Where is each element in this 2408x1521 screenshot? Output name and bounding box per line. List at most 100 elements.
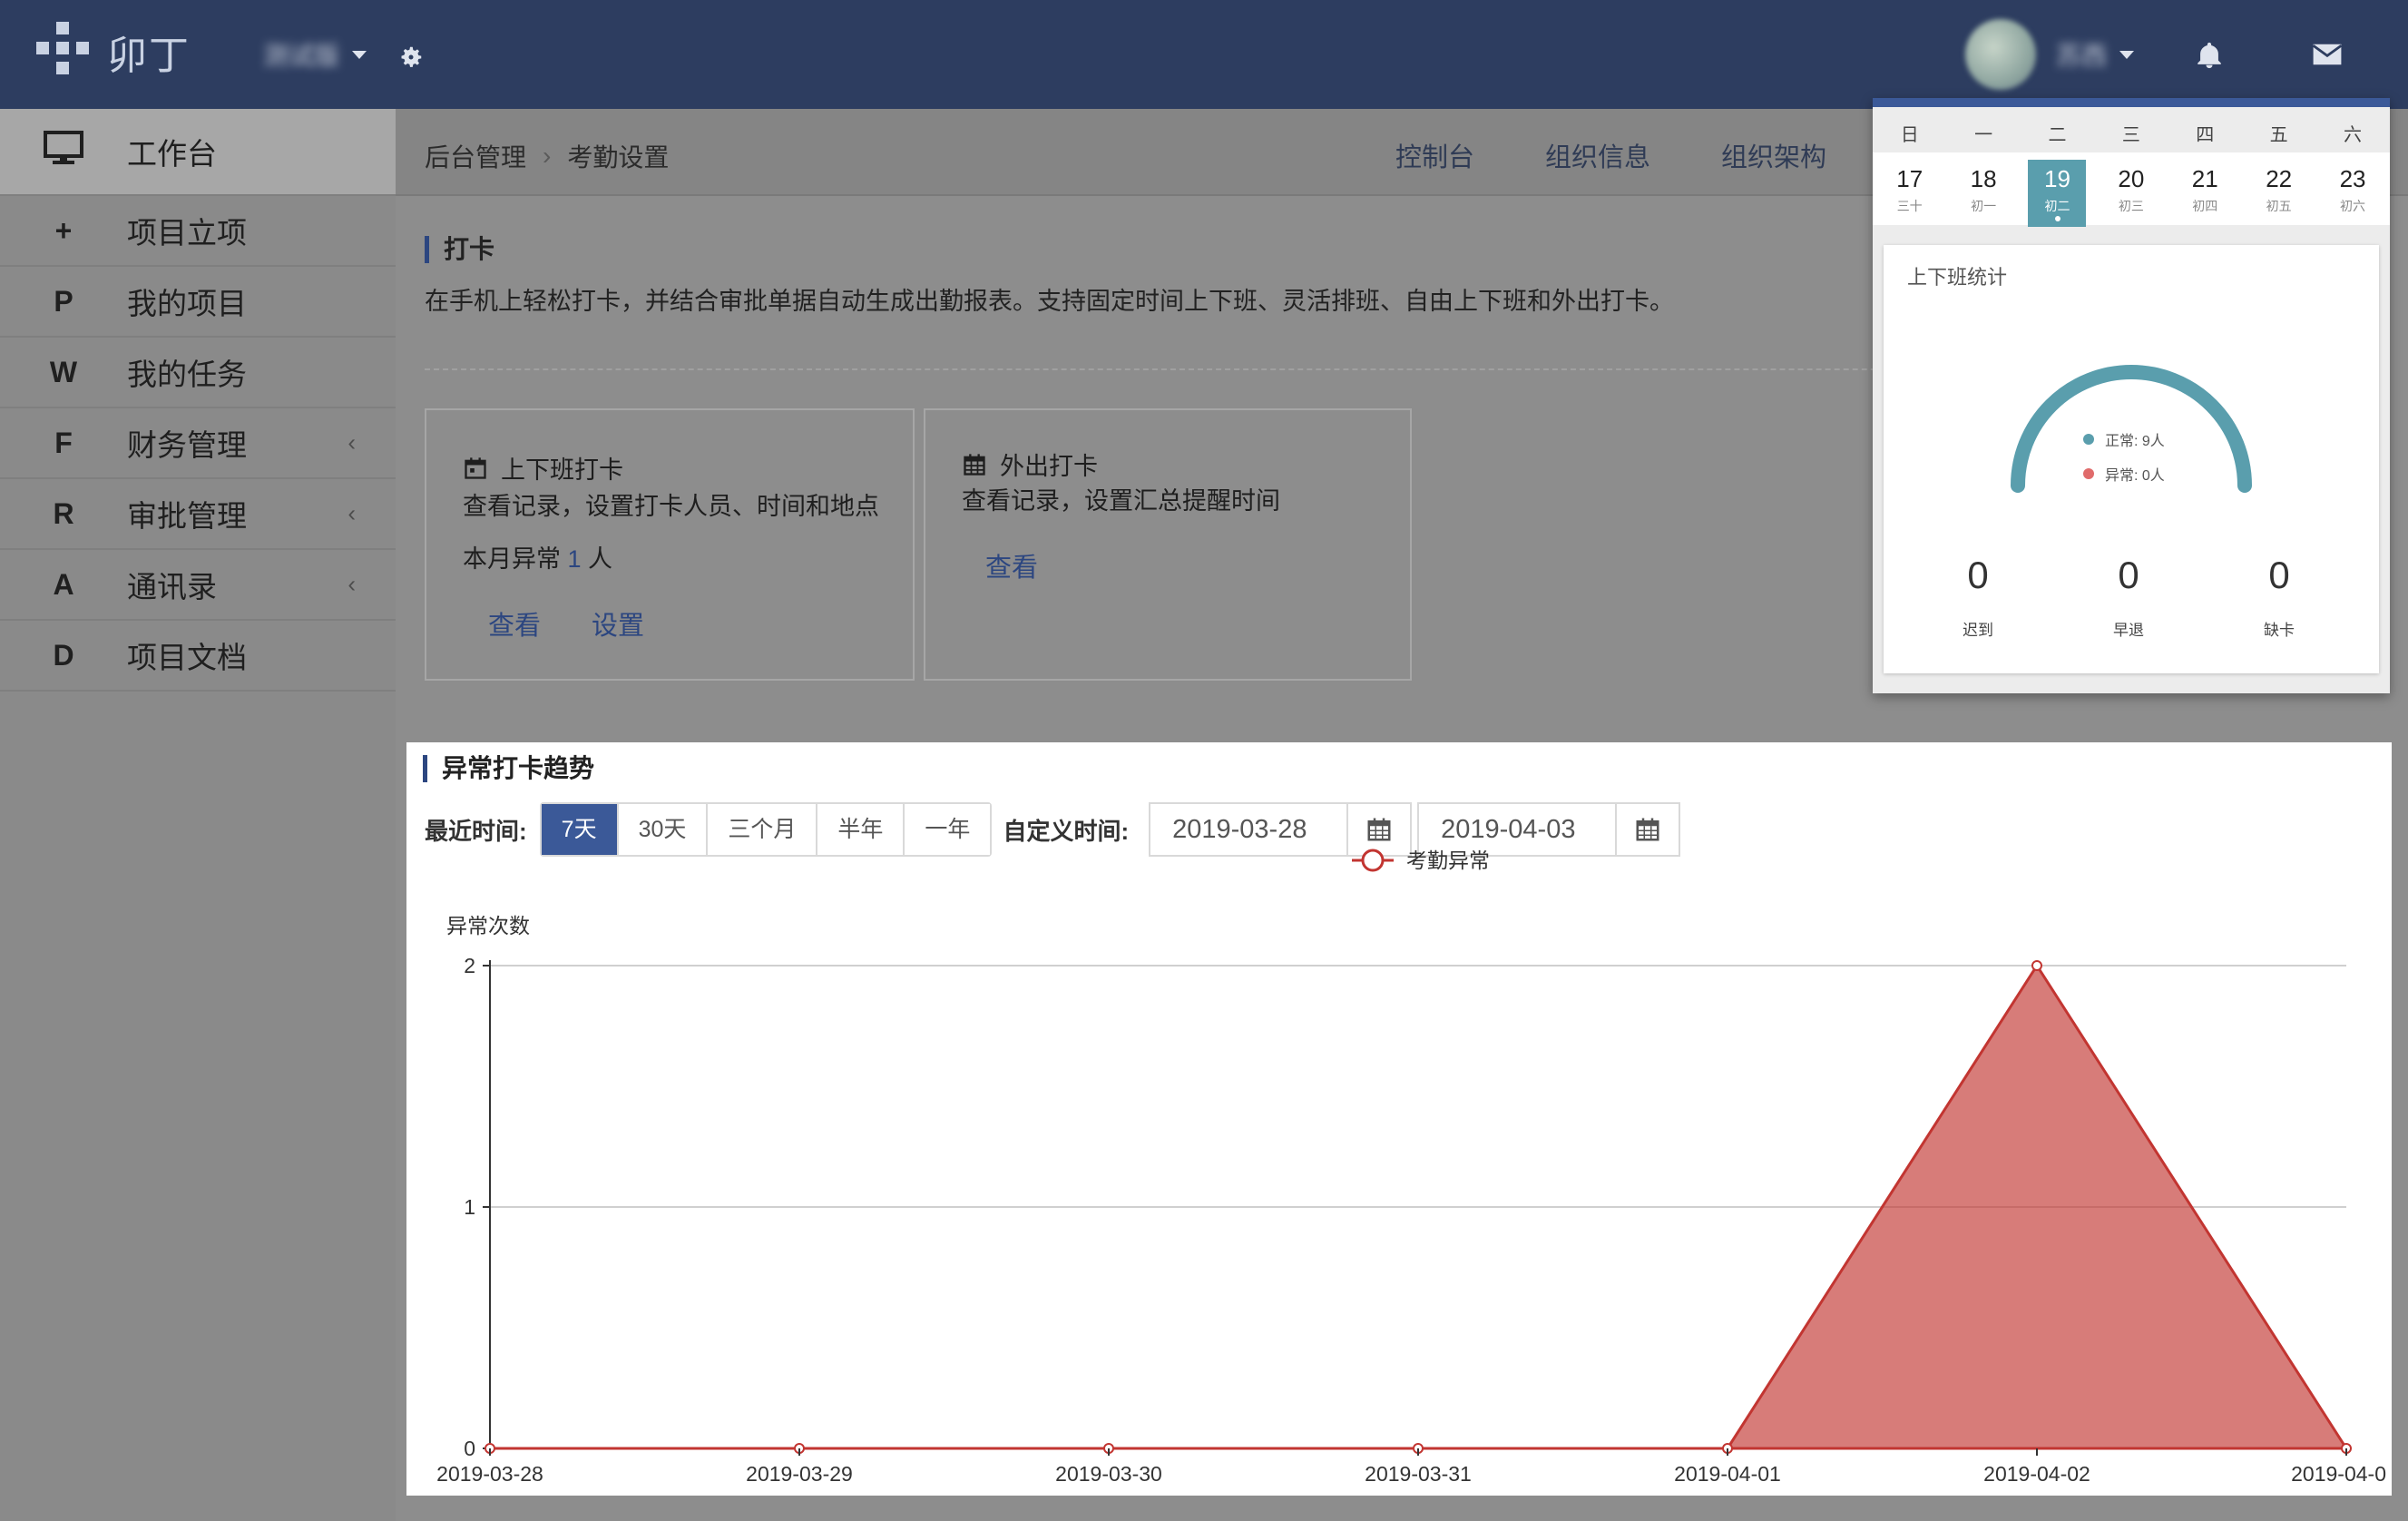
y-tick-label: 2 — [464, 954, 475, 977]
punch-section-title: 打卡 — [425, 236, 494, 263]
calendar-popup: 日 一 二 三 四 五 六 17 三十 18 初一 19 初二 20 初三 21 初四 2… — [1873, 98, 2390, 693]
letter-w-icon: W — [49, 355, 78, 388]
plus-icon: + — [54, 213, 73, 247]
bell-icon[interactable] — [2194, 40, 2225, 71]
legend-dot-icon — [2083, 468, 2094, 479]
sidebar: 工作台 + 项目立项 P 我的项目 W 我的任务 F 财务管理 ‹ R 审批管理… — [0, 109, 396, 1521]
sidebar-item-workbench[interactable]: 工作台 — [0, 109, 396, 196]
anomaly-trend-panel: 异常打卡趋势 最近时间: 7天 30天 三个月 半年 一年 自定义时间: 012… — [406, 742, 2392, 1496]
letter-r-icon: R — [53, 496, 74, 530]
missing-punch-label: 缺卡 — [2264, 622, 2295, 639]
top-navbar: 卯丁 测试版 苏西 — [0, 0, 2408, 109]
user-name: 苏西 — [2056, 42, 2108, 70]
sidebar-item-my-tasks[interactable]: W 我的任务 — [0, 338, 396, 408]
x-tick-label: 2019-03-31 — [1365, 1462, 1472, 1486]
view-link[interactable]: 查看 — [985, 546, 1038, 584]
tab-console[interactable]: 控制台 — [1395, 136, 1474, 174]
tab-org-structure[interactable]: 组织架构 — [1721, 136, 1826, 174]
missing-punch-count: 0 — [2268, 554, 2290, 596]
anomaly-trend-chart: 0 1 2 异常次数 2019-03-28 2019-03-29 2019-03-30 201… — [436, 849, 2386, 1486]
logo-icon — [36, 22, 96, 82]
sidebar-item-label: 我的任务 — [127, 358, 247, 391]
legend-marker-icon — [1361, 849, 1385, 872]
sidebar-item-approval[interactable]: R 审批管理 ‹ — [0, 479, 396, 550]
view-link[interactable]: 查看 — [488, 604, 541, 643]
breadcrumb-current: 考勤设置 — [567, 143, 670, 172]
x-tick-label: 2019-03-29 — [746, 1462, 853, 1486]
calendar-day[interactable]: 20 初三 — [2094, 152, 2168, 225]
mail-icon[interactable] — [2312, 42, 2343, 67]
settings-link[interactable]: 设置 — [592, 604, 644, 643]
calendar-day[interactable]: 23 初六 — [2315, 152, 2389, 225]
sidebar-item-label: 项目文档 — [127, 641, 247, 674]
x-tick-label: 2019-04-01 — [1674, 1462, 1781, 1486]
avatar — [1965, 19, 2036, 90]
breadcrumb-separator-icon: › — [543, 142, 552, 170]
early-leave-count: 0 — [2118, 554, 2139, 596]
calendar-day[interactable]: 17 三十 — [1873, 152, 1946, 225]
y-tick-label: 1 — [464, 1195, 475, 1219]
divider — [425, 368, 1967, 370]
x-tick-label: 2019-04-02 — [1983, 1462, 2090, 1486]
gear-icon[interactable] — [397, 44, 425, 71]
chevron-down-icon — [352, 50, 367, 59]
commute-punch-card: 上下班打卡 查看记录，设置打卡人员、时间和地点 本月异常 1 人 查看 设置 — [425, 408, 915, 681]
custom-time-label: 自定义时间: — [1003, 817, 1130, 845]
sidebar-item-project-setup[interactable]: + 项目立项 — [0, 196, 396, 267]
calendar-day-selected[interactable]: 19 初二 — [2021, 152, 2094, 227]
recent-time-label: 最近时间: — [425, 817, 527, 845]
legend-label: 考勤异常 — [1406, 849, 1490, 872]
punch-description: 在手机上轻松打卡，并结合审批单据自动生成出勤报表。支持固定时间上下班、灵活排班、… — [425, 288, 1674, 315]
legend-dot-icon — [2083, 434, 2094, 445]
today-dot-icon — [2054, 216, 2061, 221]
workspace-switcher[interactable]: 测试版 — [263, 34, 367, 74]
sidebar-item-finance[interactable]: F 财务管理 ‹ — [0, 408, 396, 479]
y-tick-label: 0 — [464, 1437, 475, 1460]
stats-title: 上下班统计 — [1907, 266, 2008, 289]
calendar-day[interactable]: 18 初一 — [1946, 152, 2020, 225]
calendar-grid-icon — [964, 453, 985, 476]
tab-org-info[interactable]: 组织信息 — [1545, 136, 1650, 174]
logo-text: 卯丁 — [107, 34, 191, 78]
early-leave-label: 早退 — [2113, 622, 2144, 639]
user-menu[interactable]: 苏西 — [1965, 18, 2135, 91]
x-tick-label: 2019-03-28 — [436, 1462, 543, 1486]
sidebar-item-label: 通讯录 — [127, 570, 217, 603]
abnormal-legend: 异常: 0人 — [2083, 463, 2165, 485]
late-count: 0 — [1967, 554, 1989, 596]
late-label: 迟到 — [1963, 622, 1993, 639]
field-punch-card: 外出打卡 查看记录，设置汇总提醒时间 查看 — [924, 408, 1412, 681]
card-title: 上下班打卡 — [501, 456, 623, 484]
monthly-anomaly-text: 本月异常 1 人 — [463, 545, 613, 573]
sidebar-item-label: 工作台 — [127, 137, 217, 171]
sidebar-item-label: 财务管理 — [127, 428, 247, 462]
chevron-left-icon: ‹ — [347, 428, 356, 456]
letter-f-icon: F — [54, 426, 73, 459]
calendar-day[interactable]: 22 初五 — [2242, 152, 2315, 225]
sidebar-item-my-projects[interactable]: P 我的项目 — [0, 267, 396, 338]
chevron-left-icon: ‹ — [347, 499, 356, 527]
calendar-icon — [465, 456, 486, 479]
breadcrumb: 后台管理 › 考勤设置 — [425, 138, 669, 174]
sidebar-item-documents[interactable]: D 项目文档 — [0, 621, 396, 692]
anomaly-count: 1 — [567, 545, 582, 573]
top-tabs: 控制台 组织信息 组织架构 — [1395, 136, 1897, 174]
chevron-down-icon — [2119, 50, 2135, 59]
sidebar-item-label: 审批管理 — [127, 499, 247, 533]
breadcrumb-root[interactable]: 后台管理 — [425, 138, 526, 174]
attendance-stats-card: 上下班统计 正常: 9人 异常: 0人 0 迟到 0 早退 0 缺卡 — [1884, 245, 2379, 673]
chevron-left-icon: ‹ — [347, 570, 356, 598]
data-point — [2031, 960, 2042, 971]
sidebar-item-contacts[interactable]: A 通讯录 ‹ — [0, 550, 396, 621]
logo[interactable]: 卯丁 — [36, 20, 191, 83]
workspace-name: 测试版 — [263, 42, 340, 70]
x-tick-label: 2019-04-0 — [2291, 1462, 2386, 1486]
y-axis-label: 异常次数 — [446, 914, 530, 937]
letter-a-icon: A — [53, 567, 74, 601]
week-strip: 17 三十 18 初一 19 初二 20 初三 21 初四 22 初五 23 初六 — [1873, 152, 2390, 227]
card-title: 外出打卡 — [1000, 453, 1098, 480]
sidebar-item-label: 项目立项 — [127, 216, 247, 250]
calendar-day[interactable]: 21 初四 — [2168, 152, 2242, 225]
trend-section-title: 异常打卡趋势 — [423, 755, 594, 782]
monitor-icon — [44, 131, 83, 164]
